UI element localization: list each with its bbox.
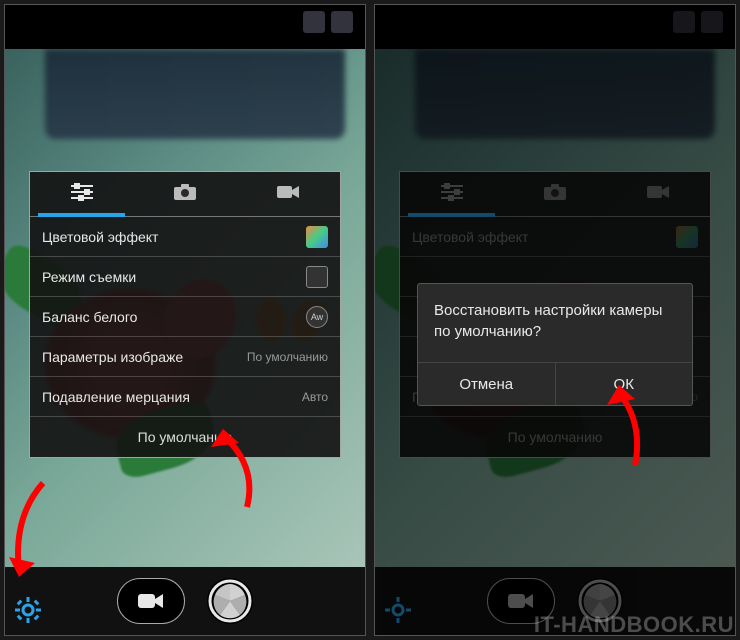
row-label: По умолчанию bbox=[138, 429, 233, 445]
row-value: По умолчанию bbox=[247, 350, 328, 364]
row-value: Авто bbox=[302, 390, 328, 404]
row-white-balance[interactable]: Баланс белого Aw bbox=[30, 297, 340, 337]
tab-photo[interactable] bbox=[133, 172, 236, 216]
settings-button bbox=[383, 595, 413, 625]
scene-icon bbox=[306, 266, 328, 288]
button-label: Отмена bbox=[459, 376, 513, 393]
settings-tabs bbox=[30, 172, 340, 217]
row-image-params[interactable]: Параметры изображе По умолчанию bbox=[30, 337, 340, 377]
video-mode-button[interactable] bbox=[117, 578, 185, 624]
button-label: ОК bbox=[614, 376, 634, 393]
bg-shape bbox=[45, 49, 345, 139]
row-restore-defaults[interactable]: По умолчанию bbox=[30, 417, 340, 457]
shutter-button[interactable] bbox=[207, 578, 253, 624]
confirm-dialog: Восстановить настройки камеры по умолчан… bbox=[417, 283, 693, 406]
camera-bottom-bar bbox=[5, 567, 365, 635]
status-icons bbox=[303, 11, 353, 33]
palette-icon bbox=[306, 226, 328, 248]
wb-icon: Aw bbox=[306, 306, 328, 328]
gear-icon bbox=[383, 612, 413, 629]
status-bar bbox=[5, 5, 365, 49]
shutter-icon bbox=[207, 578, 253, 624]
watermark: IT-HANDBOOK.RU bbox=[534, 612, 734, 638]
phone-left: Цветовой эффект Режим съемки Баланс бело… bbox=[4, 4, 366, 636]
row-label: Параметры изображе bbox=[42, 349, 183, 365]
sliders-icon bbox=[69, 182, 95, 207]
gear-icon bbox=[13, 612, 43, 629]
row-label: Режим съемки bbox=[42, 269, 136, 285]
settings-button[interactable] bbox=[13, 595, 43, 625]
row-label: Цветовой эффект bbox=[42, 229, 158, 245]
tab-video[interactable] bbox=[237, 172, 340, 216]
row-scene-mode[interactable]: Режим съемки bbox=[30, 257, 340, 297]
video-icon bbox=[506, 590, 536, 612]
row-flicker[interactable]: Подавление мерцания Авто bbox=[30, 377, 340, 417]
ok-button[interactable]: ОК bbox=[556, 363, 693, 405]
tab-settings[interactable] bbox=[30, 172, 133, 216]
row-label: Баланс белого bbox=[42, 309, 137, 325]
row-label: Подавление мерцания bbox=[42, 389, 190, 405]
camera-icon bbox=[172, 182, 198, 207]
status-icon bbox=[303, 11, 325, 33]
dialog-buttons: Отмена ОК bbox=[418, 362, 692, 405]
cancel-button[interactable]: Отмена bbox=[418, 363, 556, 405]
status-icon bbox=[331, 11, 353, 33]
video-icon bbox=[275, 183, 301, 206]
camera-settings-panel: Цветовой эффект Режим съемки Баланс бело… bbox=[29, 171, 341, 458]
row-color-effect[interactable]: Цветовой эффект bbox=[30, 217, 340, 257]
video-icon bbox=[136, 590, 166, 612]
dialog-message: Восстановить настройки камеры по умолчан… bbox=[418, 284, 692, 362]
phone-right: Цветовой эффект Подавление мерцания Авто… bbox=[374, 4, 736, 636]
